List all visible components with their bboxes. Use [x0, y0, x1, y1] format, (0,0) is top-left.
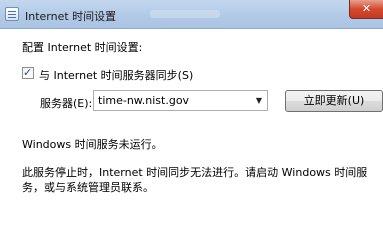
title-bar[interactable]: Internet 时间设置 ✕: [0, 0, 383, 29]
server-label: 服务器(E):: [40, 97, 93, 110]
server-combobox[interactable]: time-nw.nist.gov ▼: [93, 90, 268, 111]
settings-window-icon: [5, 7, 19, 21]
sync-checkbox[interactable]: ✓: [22, 66, 34, 79]
server-value[interactable]: time-nw.nist.gov: [98, 94, 189, 107]
close-button[interactable]: ✕: [349, 0, 383, 19]
chevron-down-icon[interactable]: ▼: [251, 91, 267, 110]
window-title: Internet 时间设置: [25, 10, 117, 23]
title-bar-blur: [150, 10, 220, 18]
intro-text: 配置 Internet 时间设置:: [22, 41, 143, 54]
dialog-content: 配置 Internet 时间设置: ✓ 与 Internet 时间服务器同步(S…: [0, 29, 383, 214]
service-note: 此服务停止时，Internet 时间同步无法进行。请启动 Windows 时间服…: [22, 166, 368, 194]
sync-checkbox-label[interactable]: 与 Internet 时间服务器同步(S): [39, 67, 193, 83]
service-status: Windows 时间服务未运行。: [22, 138, 163, 151]
update-now-button[interactable]: 立即更新(U): [285, 90, 383, 112]
checkmark-icon: ✓: [23, 66, 33, 79]
